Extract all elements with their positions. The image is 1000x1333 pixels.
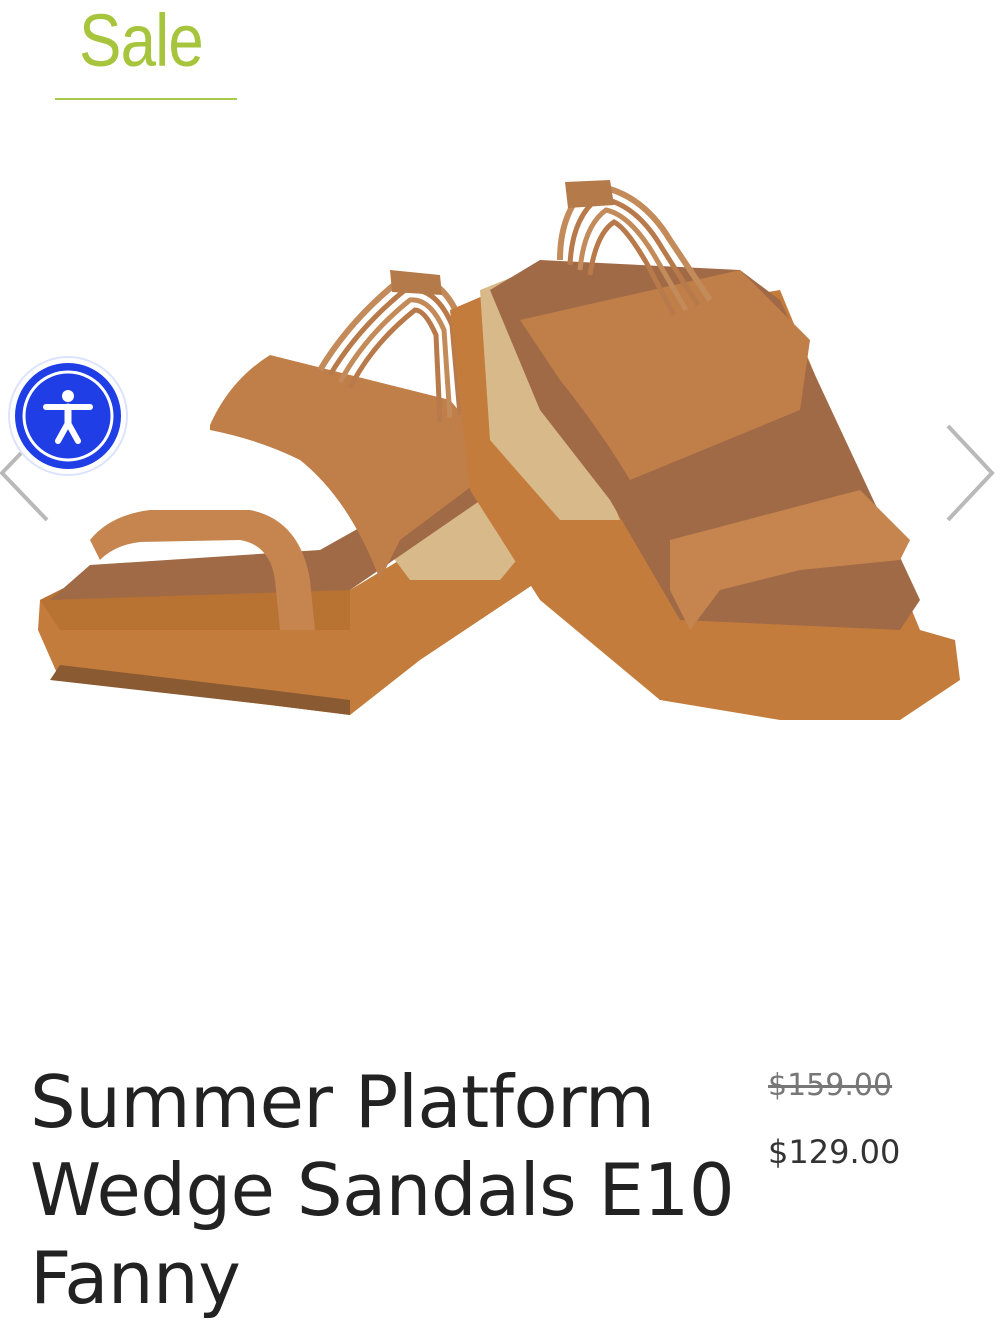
sale-tab[interactable]: Sale — [55, 0, 237, 100]
accessibility-icon — [22, 370, 114, 462]
sale-price: $129.00 — [768, 1133, 901, 1171]
accessibility-button-inner — [15, 363, 121, 469]
price-block: $159.00 $129.00 — [768, 1066, 968, 1172]
chevron-right-icon — [946, 424, 995, 522]
sale-label: Sale — [79, 0, 204, 82]
accessibility-button[interactable] — [10, 358, 126, 474]
original-price: $159.00 — [768, 1068, 893, 1103]
gallery-next-arrow[interactable] — [940, 418, 1000, 528]
product-image — [38, 180, 960, 720]
product-gallery — [0, 160, 1000, 780]
product-title: Summer Platform Wedge Sandals E10 Fanny — [30, 1060, 735, 1320]
